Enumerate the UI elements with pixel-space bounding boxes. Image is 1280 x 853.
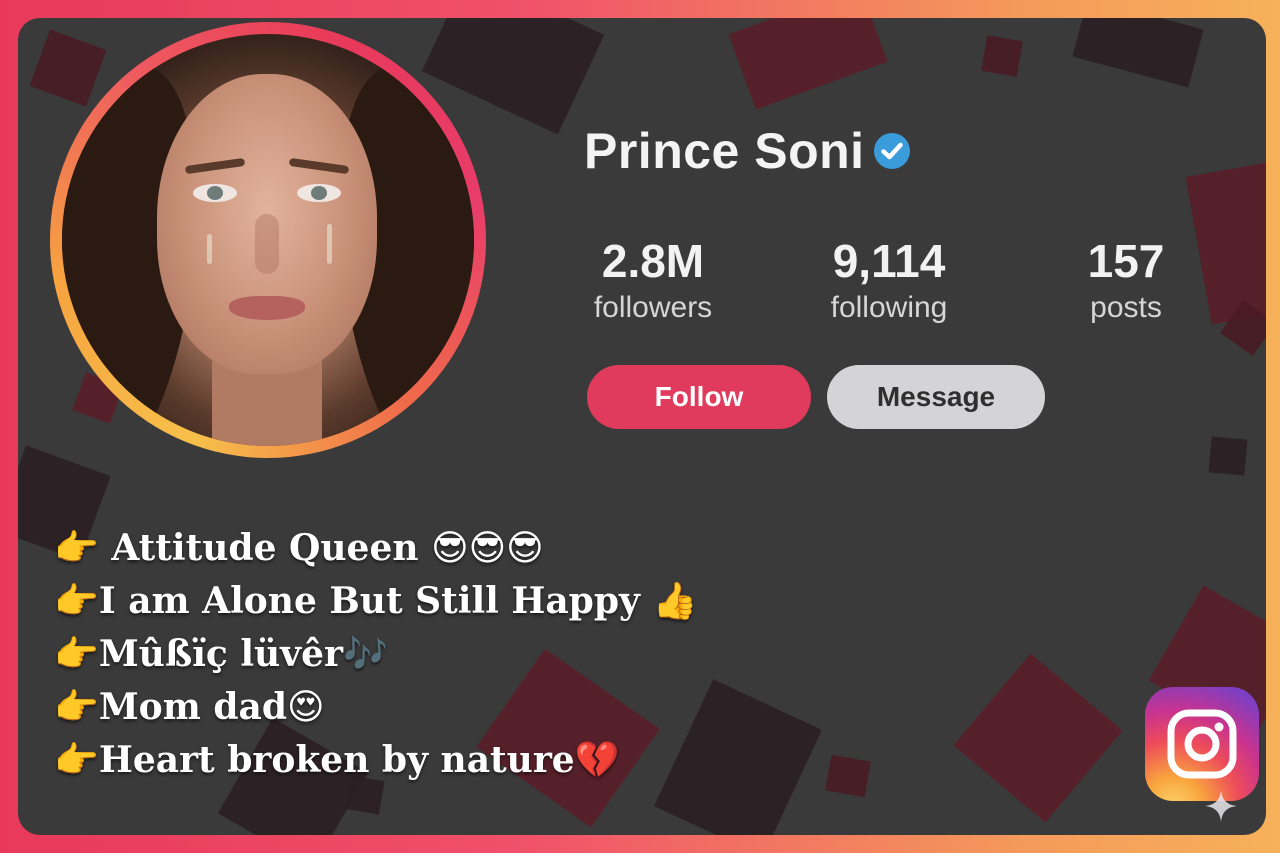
pointing-hand-icon: 👉 xyxy=(54,634,99,675)
stat-label: posts xyxy=(1090,290,1162,324)
thumbs-up-emoji-icon: 👍 xyxy=(652,581,698,622)
pointing-hand-icon: 👉 xyxy=(54,581,99,622)
bg-square xyxy=(29,29,107,107)
stat-value: 2.8M xyxy=(601,235,705,287)
avatar-eye xyxy=(297,184,341,202)
avatar-tear xyxy=(327,224,332,264)
avatar-nose xyxy=(255,214,279,274)
pointing-hand-icon: 👉 xyxy=(54,528,99,569)
bg-square xyxy=(1208,436,1248,476)
profile-card: Prince Soni 2.8M followers 9,114 followi… xyxy=(18,18,1266,835)
bio-text: Heart broken by nature xyxy=(98,739,575,781)
message-button[interactable]: Message xyxy=(827,365,1045,429)
pointing-hand-icon: 👉 xyxy=(54,687,99,728)
music-notes-emoji-icon: 🎶 xyxy=(342,634,388,675)
avatar-lips xyxy=(229,296,305,320)
stat-value: 9,114 xyxy=(832,235,946,287)
bio-line: 👉 Attitude Queen 😎😎😎 xyxy=(54,522,697,575)
profile-header: Prince Soni xyxy=(584,122,913,180)
sparkle-icon xyxy=(1203,788,1239,824)
stat-posts[interactable]: 157 posts xyxy=(1068,236,1184,325)
bg-square xyxy=(981,35,1023,77)
stat-followers[interactable]: 2.8M followers xyxy=(578,236,728,325)
bg-square xyxy=(825,754,871,798)
avatar-eye xyxy=(193,184,237,202)
stat-label: followers xyxy=(593,290,713,324)
bio-text: Mûßïç lüvêr xyxy=(98,633,343,675)
bio-line: 👉Mûßïç lüvêr🎶 xyxy=(54,628,697,681)
instagram-icon[interactable] xyxy=(1145,687,1259,801)
follow-button[interactable]: Follow xyxy=(587,365,811,429)
avatar-tear xyxy=(207,234,212,264)
avatar[interactable] xyxy=(62,34,474,446)
bio-line: 👉Mom dad😍 xyxy=(54,681,697,734)
avatar-ring xyxy=(50,22,486,458)
bg-square xyxy=(728,18,888,110)
profile-name: Prince Soni xyxy=(584,123,865,179)
avatar-brow xyxy=(288,157,350,175)
bio-line: 👉I am Alone But Still Happy 👍 xyxy=(54,575,697,628)
bg-square xyxy=(953,653,1123,823)
avatar-brow xyxy=(184,157,246,175)
avatar-face xyxy=(157,74,377,374)
bg-square xyxy=(1072,18,1204,88)
bio-text: Attitude Queen xyxy=(98,527,432,569)
bio: 👉 Attitude Queen 😎😎😎 👉I am Alone But Sti… xyxy=(54,522,697,787)
bio-text: Mom dad xyxy=(98,686,287,728)
bg-square xyxy=(1185,161,1266,325)
bio-text: I am Alone But Still Happy xyxy=(98,580,653,622)
heart-eyes-emoji-icon: 😍 xyxy=(286,687,325,728)
verified-check-icon xyxy=(871,130,913,172)
stat-label: following xyxy=(830,290,948,324)
pointing-hand-icon: 👉 xyxy=(54,740,99,781)
sunglasses-emoji-icon: 😎😎😎 xyxy=(431,528,544,569)
broken-heart-emoji-icon: 💔 xyxy=(574,740,620,781)
stat-value: 157 xyxy=(1087,235,1165,287)
bio-line: 👉Heart broken by nature💔 xyxy=(54,734,697,787)
stat-following[interactable]: 9,114 following xyxy=(811,236,967,325)
